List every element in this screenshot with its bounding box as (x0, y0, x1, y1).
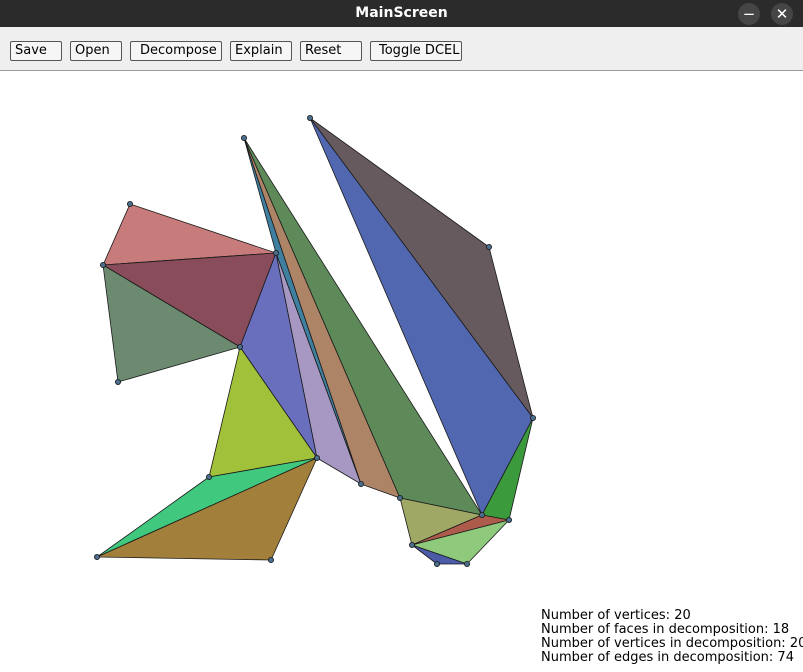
polygon-vertex[interactable] (306, 115, 313, 122)
polygon-vertex[interactable] (396, 494, 403, 501)
polygon-vertex[interactable] (463, 561, 470, 568)
polygon-vertex[interactable] (94, 554, 101, 561)
reset-button[interactable]: Reset (300, 41, 362, 61)
open-button[interactable]: Open (70, 41, 122, 61)
window-title: MainScreen (355, 5, 448, 21)
drawing-canvas[interactable] (0, 72, 803, 672)
explain-button[interactable]: Explain (230, 41, 292, 61)
stat-decomp-edges: Number of edges in decomposition: 74 (541, 650, 794, 665)
decomposition-face (96, 457, 318, 561)
polygon-vertex[interactable] (357, 480, 364, 487)
polygon-vertex[interactable] (530, 414, 537, 421)
polygon-vertex[interactable] (205, 473, 212, 480)
polygon-vertex[interactable] (115, 378, 122, 385)
stats-panel: Number of vertices: 20 Number of faces i… (541, 609, 803, 665)
toggle-dcel-button[interactable]: Toggle DCEL (370, 41, 462, 61)
polygon-vertex[interactable] (272, 249, 279, 256)
polygon-vertex[interactable] (127, 200, 134, 207)
polygon-vertex[interactable] (313, 454, 320, 461)
title-bar: MainScreen − ✕ (0, 0, 803, 27)
stat-faces: Number of faces in decomposition: 18 (541, 622, 790, 637)
polygon-vertex[interactable] (408, 542, 415, 549)
stat-vertices: Number of vertices: 20 (541, 608, 691, 623)
polygon-vertex[interactable] (505, 517, 512, 524)
decompose-button[interactable]: Decompose (130, 41, 222, 61)
toolbar: Save Open Decompose Explain Reset Toggle… (0, 27, 803, 71)
polygon-vertex[interactable] (478, 512, 485, 519)
minimize-icon[interactable]: − (738, 3, 760, 25)
polygon-vertex[interactable] (100, 261, 107, 268)
close-icon[interactable]: ✕ (771, 3, 793, 25)
save-button[interactable]: Save (10, 41, 62, 61)
polygon-vertex[interactable] (433, 561, 440, 568)
polygon-vertex[interactable] (267, 557, 274, 564)
polygon-vertex[interactable] (485, 243, 492, 250)
polygon-vertex[interactable] (240, 134, 247, 141)
polygon-vertex[interactable] (236, 343, 243, 350)
stat-decomp-vertices: Number of vertices in decomposition: 20 (541, 636, 803, 651)
polygon-decomposition (94, 115, 537, 568)
